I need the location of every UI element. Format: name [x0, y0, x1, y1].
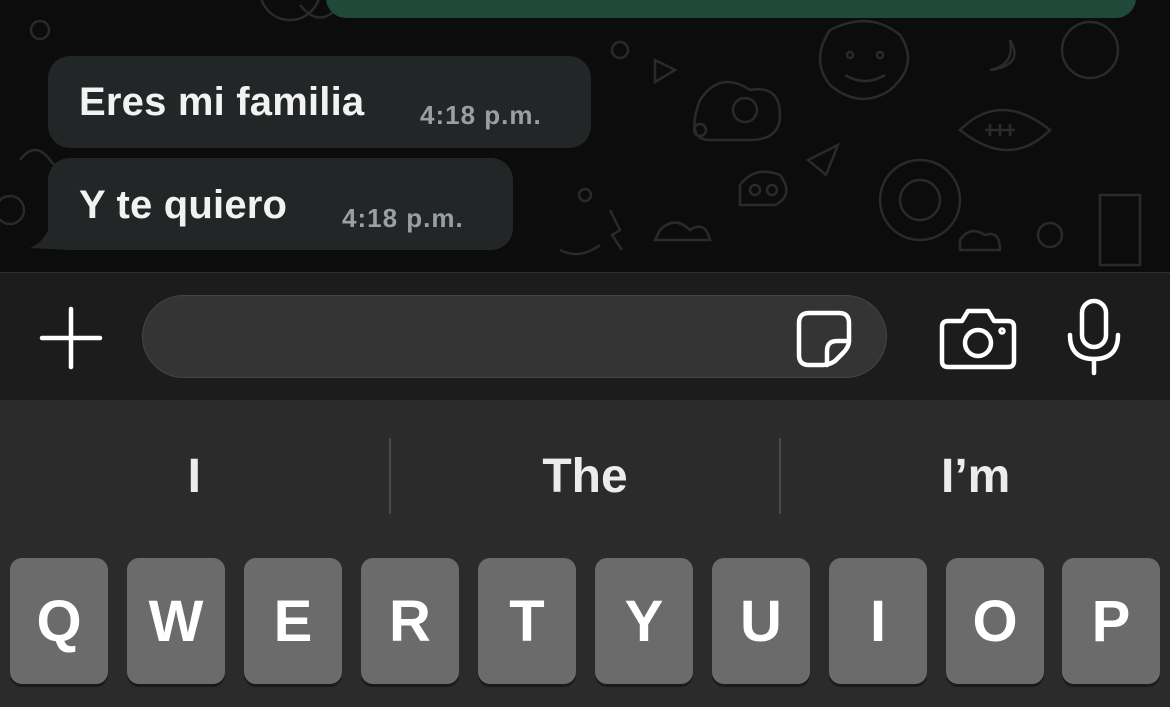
sent-message-bubble[interactable]	[326, 0, 1136, 18]
message-composer	[0, 272, 1170, 400]
key-i[interactable]: I	[829, 558, 927, 684]
key-w[interactable]: W	[127, 558, 225, 684]
keyboard: I The I’m Q W E R T Y U I O P	[0, 400, 1170, 707]
key-e[interactable]: E	[244, 558, 342, 684]
key-y[interactable]: Y	[595, 558, 693, 684]
key-q[interactable]: Q	[10, 558, 108, 684]
message-text: Eres mi familia	[79, 80, 365, 124]
whatsapp-chat-screen: Eres mi familia 4:18 p.m. Y te quiero 4:…	[0, 0, 1170, 707]
message-timestamp: 4:18 p.m.	[342, 203, 464, 233]
plus-icon[interactable]	[36, 303, 106, 373]
message-input[interactable]	[142, 295, 887, 378]
chat-area[interactable]: Eres mi familia 4:18 p.m. Y te quiero 4:…	[0, 0, 1170, 272]
suggestion-item[interactable]: I’m	[781, 436, 1170, 516]
camera-icon[interactable]	[938, 305, 1018, 371]
message-timestamp: 4:18 p.m.	[420, 100, 542, 130]
key-t[interactable]: T	[478, 558, 576, 684]
received-message-bubble[interactable]: Eres mi familia 4:18 p.m.	[48, 56, 591, 148]
key-o[interactable]: O	[946, 558, 1044, 684]
microphone-icon[interactable]	[1062, 297, 1126, 377]
key-p[interactable]: P	[1062, 558, 1160, 684]
key-r[interactable]: R	[361, 558, 459, 684]
predictive-suggestions-bar: I The I’m	[0, 436, 1170, 516]
keyboard-row-1: Q W E R T Y U I O P	[10, 558, 1160, 684]
suggestion-item[interactable]: I	[0, 436, 389, 516]
sticker-icon[interactable]	[793, 307, 855, 369]
key-u[interactable]: U	[712, 558, 810, 684]
suggestion-item[interactable]: The	[391, 436, 780, 516]
message-text: Y te quiero	[79, 183, 288, 227]
received-message-bubble[interactable]: Y te quiero 4:18 p.m.	[48, 158, 513, 250]
